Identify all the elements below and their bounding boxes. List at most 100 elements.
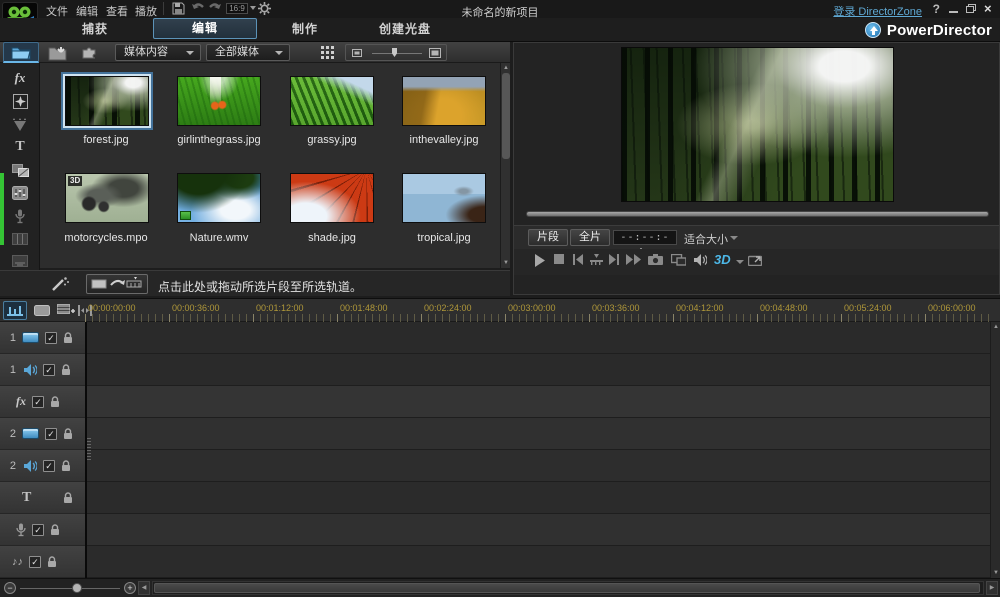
previous-frame-icon[interactable] — [572, 254, 584, 265]
zoom-slider-thumb[interactable] — [392, 48, 397, 57]
insert-to-timeline-button[interactable] — [86, 274, 148, 294]
pip-objects-room-icon[interactable] — [0, 91, 40, 111]
media-room-button[interactable] — [3, 42, 39, 63]
track-enable-checkbox[interactable]: ✓ — [45, 331, 57, 344]
lock-icon[interactable] — [61, 363, 71, 376]
next-frame-icon[interactable] — [608, 254, 620, 265]
lock-icon[interactable] — [50, 395, 60, 408]
track-header-voice[interactable]: ✓ — [0, 514, 85, 546]
play-icon[interactable] — [534, 254, 546, 267]
library-scrollbar[interactable]: ▲ ▼ — [500, 63, 510, 268]
effect-room-icon[interactable]: fx — [0, 68, 40, 88]
login-directorzone-link[interactable]: 登录 DirectorZone — [833, 3, 922, 19]
save-icon[interactable] — [172, 2, 185, 15]
track-lane-video-1[interactable] — [85, 322, 990, 354]
timeline-vertical-scrollbar[interactable]: ▲ ▼ — [990, 322, 1000, 578]
track-lane-audio-2[interactable] — [85, 450, 990, 482]
track-header-audio-1[interactable]: 1 ✓ — [0, 354, 85, 386]
stop-icon[interactable] — [554, 254, 564, 264]
lock-icon[interactable] — [63, 331, 73, 344]
lock-icon[interactable] — [63, 491, 74, 504]
track-lane-video-2[interactable] — [85, 418, 990, 450]
plugin-puzzle-button[interactable] — [76, 43, 102, 62]
import-media-button[interactable] — [45, 43, 71, 62]
media-content-dropdown[interactable]: 媒体内容 — [115, 44, 201, 61]
media-thumbnail-forest[interactable] — [63, 74, 151, 128]
track-lane-music[interactable] — [85, 546, 990, 578]
subtitle-room-icon[interactable] — [0, 251, 40, 271]
menu-view[interactable]: 查看 — [106, 3, 128, 19]
minimize-button[interactable] — [948, 4, 960, 14]
title-room-icon[interactable]: T — [0, 137, 40, 157]
preview-video[interactable] — [621, 47, 894, 202]
media-thumbnail-nature[interactable] — [177, 173, 261, 223]
audio-mixing-room-icon[interactable] — [0, 183, 40, 203]
media-thumbnail-shade[interactable] — [290, 173, 374, 223]
voiceover-room-icon[interactable] — [0, 206, 40, 226]
lock-icon[interactable] — [50, 523, 60, 536]
large-thumbnail-icon[interactable] — [429, 48, 441, 58]
hscroll-thumb[interactable] — [154, 583, 980, 593]
redo-icon[interactable] — [208, 2, 222, 14]
aspect-ratio-selector[interactable]: 16:9 — [226, 3, 248, 14]
hscroll-left-button[interactable]: ◀ — [138, 581, 150, 595]
track-lane-title[interactable] — [85, 482, 990, 514]
media-thumbnail-motorcycles[interactable]: 3D — [65, 173, 149, 223]
lock-icon[interactable] — [47, 555, 57, 568]
scroll-up-icon[interactable]: ▲ — [501, 65, 511, 71]
menu-play[interactable]: 播放 — [135, 3, 157, 19]
track-header-video-1[interactable]: 1 ✓ — [0, 322, 85, 354]
timeline-ruler[interactable] — [85, 314, 990, 322]
media-thumbnail-tropical[interactable] — [402, 173, 486, 223]
track-enable-checkbox[interactable]: ✓ — [45, 427, 57, 440]
timeline-zoom-track[interactable] — [20, 588, 120, 589]
lock-icon[interactable] — [61, 459, 71, 472]
track-header-video-2[interactable]: 2 ✓ — [0, 418, 85, 450]
track-lane-effect[interactable] — [85, 386, 990, 418]
scroll-down-icon[interactable]: ▼ — [991, 570, 1000, 576]
undock-preview-icon[interactable] — [748, 254, 762, 266]
tab-edit[interactable]: 编辑 — [153, 18, 257, 39]
timeline-horizontal-scrollbar[interactable] — [152, 581, 984, 595]
movie-mode-button[interactable]: 全片 — [570, 229, 610, 246]
track-header-audio-2[interactable]: 2 ✓ — [0, 450, 85, 482]
track-enable-checkbox[interactable]: ✓ — [32, 395, 44, 408]
track-enable-checkbox[interactable]: ✓ — [43, 363, 55, 376]
track-enable-checkbox[interactable]: ✓ — [32, 523, 44, 536]
step-marker-icon[interactable] — [590, 254, 603, 266]
hscroll-right-button[interactable]: ▶ — [986, 581, 998, 595]
track-lane-voice[interactable] — [85, 514, 990, 546]
timeline-zoom-in-button[interactable]: + — [124, 582, 136, 594]
zoom-slider-track[interactable] — [372, 53, 422, 54]
lock-icon[interactable] — [63, 427, 73, 440]
aspect-caret-icon[interactable] — [250, 6, 256, 10]
timeline-view-button[interactable] — [3, 301, 27, 320]
storyboard-view-button[interactable] — [30, 301, 54, 320]
snapshot-camera-icon[interactable] — [648, 254, 663, 265]
preview-seek-slider[interactable] — [526, 211, 989, 217]
panel-resize-handle[interactable] — [87, 438, 91, 460]
media-thumbnail-girlinthegrass[interactable] — [177, 76, 261, 126]
media-filter-dropdown[interactable]: 全部媒体 — [206, 44, 290, 61]
media-thumbnail-inthevalley[interactable] — [402, 76, 486, 126]
settings-gear-icon[interactable] — [258, 2, 271, 15]
transition-room-icon[interactable] — [0, 160, 40, 180]
fit-size-caret-icon[interactable] — [730, 236, 738, 240]
timeline-zoom-thumb[interactable] — [72, 583, 82, 593]
tab-produce[interactable]: 制作 — [270, 18, 340, 40]
volume-speaker-icon[interactable] — [694, 254, 707, 266]
particle-room-icon[interactable] — [0, 114, 40, 134]
tab-capture[interactable]: 捕获 — [55, 18, 135, 40]
help-icon[interactable]: ? — [933, 2, 940, 16]
menu-file[interactable]: 文件 — [46, 3, 68, 19]
track-header-music[interactable]: ♪♪ ✓ — [0, 546, 85, 578]
scroll-down-icon[interactable]: ▼ — [501, 260, 511, 266]
timeline-zoom-out-button[interactable]: − — [4, 582, 16, 594]
dual-preview-icon[interactable] — [671, 254, 686, 266]
track-enable-checkbox[interactable]: ✓ — [29, 555, 41, 568]
fit-size-dropdown[interactable]: 适合大小 — [684, 231, 728, 247]
tab-create-disc[interactable]: 创建光盘 — [358, 18, 452, 40]
close-button[interactable]: × — [984, 2, 996, 15]
timecode-display[interactable]: --:--:--:-- — [613, 230, 677, 256]
scroll-up-icon[interactable]: ▲ — [991, 324, 1000, 330]
